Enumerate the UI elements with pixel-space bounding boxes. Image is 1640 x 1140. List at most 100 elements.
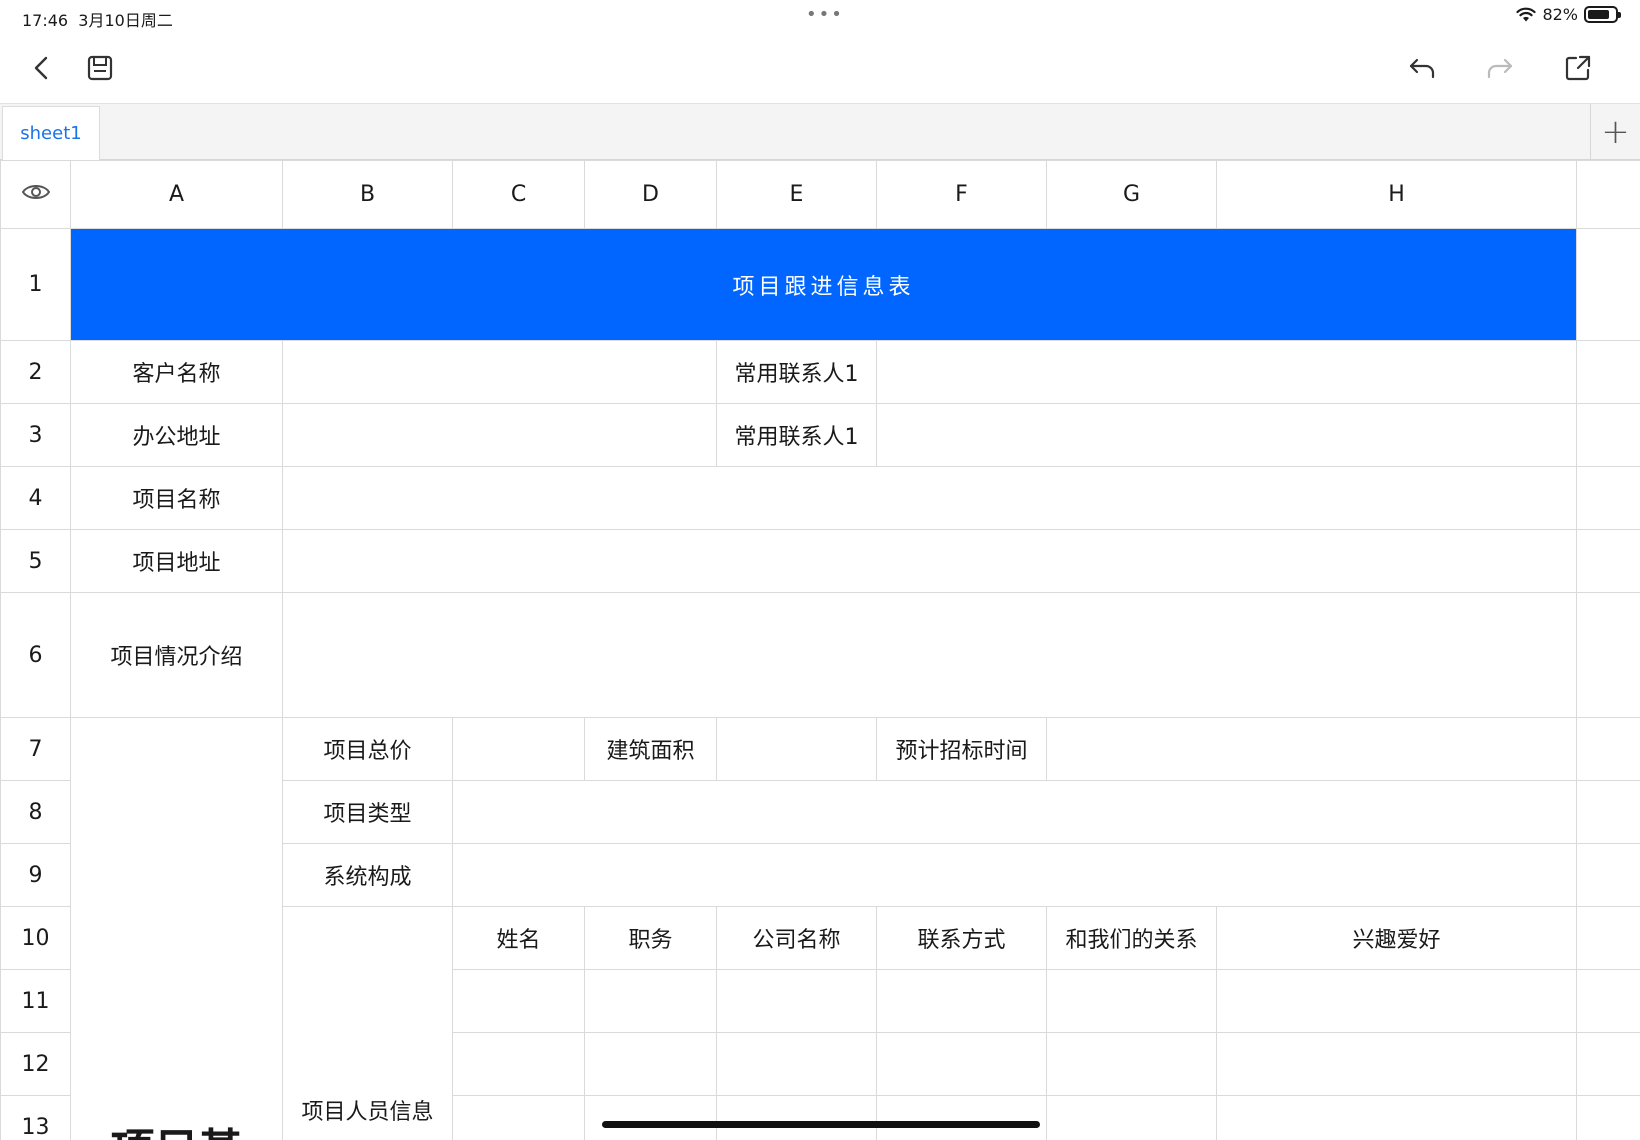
cell[interactable] [716, 1095, 877, 1140]
row-header-10[interactable]: 10 [0, 906, 71, 970]
cell-header-relation[interactable]: 和我们的关系 [1046, 906, 1217, 970]
column-header-e[interactable]: E [716, 160, 877, 229]
cell[interactable] [452, 1095, 585, 1140]
cell[interactable] [1576, 969, 1640, 1033]
cell-bid-time-label[interactable]: 预计招标时间 [876, 717, 1047, 781]
row-header-6[interactable]: 6 [0, 592, 71, 718]
cell-header-contact[interactable]: 联系方式 [876, 906, 1047, 970]
cell-project-name-label[interactable]: 项目名称 [70, 466, 283, 530]
cell[interactable] [1576, 906, 1640, 970]
cell[interactable] [876, 1032, 1047, 1096]
cell[interactable] [1576, 340, 1640, 404]
column-header-b[interactable]: B [282, 160, 453, 229]
cell-project-address-value[interactable] [282, 529, 1577, 593]
cell[interactable] [1216, 969, 1577, 1033]
row-header-12[interactable]: 12 [0, 1032, 71, 1096]
save-icon [87, 55, 113, 81]
row-header-5[interactable]: 5 [0, 529, 71, 593]
column-header-h[interactable]: H [1216, 160, 1577, 229]
back-button[interactable] [20, 48, 64, 88]
cell[interactable] [1216, 1032, 1577, 1096]
select-all-corner[interactable] [0, 160, 71, 229]
cell[interactable] [1576, 1032, 1640, 1096]
cell-contact1b-value[interactable] [876, 403, 1577, 467]
row-header-2[interactable]: 2 [0, 340, 71, 404]
spreadsheet-grid[interactable]: A B C D E F G H 1 项目跟进信息表 2 客户名称 常用联系人1 … [0, 160, 1640, 1140]
column-header-g[interactable]: G [1046, 160, 1217, 229]
row-header-1[interactable]: 1 [0, 228, 71, 341]
cell[interactable] [452, 969, 585, 1033]
cell-office-address-value[interactable] [282, 403, 717, 467]
cell-project-type-label[interactable]: 项目类型 [282, 780, 453, 844]
sheet-row-5: 5 项目地址 [0, 529, 1640, 593]
cell-header-name[interactable]: 姓名 [452, 906, 585, 970]
cell[interactable] [1576, 592, 1640, 718]
column-header-f[interactable]: F [876, 160, 1047, 229]
column-header-c[interactable]: C [452, 160, 585, 229]
cell[interactable] [716, 1032, 877, 1096]
cell-office-address-label[interactable]: 办公地址 [70, 403, 283, 467]
column-header-blank[interactable] [1576, 160, 1640, 229]
cell[interactable] [1576, 403, 1640, 467]
tab-sheet1[interactable]: sheet1 [2, 106, 100, 160]
cell[interactable] [1216, 1095, 1577, 1140]
cell-project-intro-value[interactable] [282, 592, 1577, 718]
cell-customer-name-label[interactable]: 客户名称 [70, 340, 283, 404]
undo-icon [1409, 58, 1435, 79]
cell-total-price-value[interactable] [452, 717, 585, 781]
row-header-8[interactable]: 8 [0, 780, 71, 844]
cell-project-intro-label[interactable]: 项目情况介绍 [70, 592, 283, 718]
cell-project-basic-merged[interactable]: 项目基 [70, 717, 283, 1140]
undo-button[interactable] [1400, 48, 1444, 88]
cell[interactable] [716, 969, 877, 1033]
cell-system-composition-label[interactable]: 系统构成 [282, 843, 453, 907]
row-header-11[interactable]: 11 [0, 969, 71, 1033]
cell[interactable] [1046, 1095, 1217, 1140]
cell[interactable] [1576, 228, 1640, 341]
cell-header-position[interactable]: 职务 [584, 906, 717, 970]
cell-system-composition-value[interactable] [452, 843, 1577, 907]
cell[interactable] [1576, 466, 1640, 530]
cell-header-company[interactable]: 公司名称 [716, 906, 877, 970]
cell-building-area-label[interactable]: 建筑面积 [584, 717, 717, 781]
multitask-dots-icon[interactable]: ••• [806, 4, 844, 25]
cell-project-type-value[interactable] [452, 780, 1577, 844]
cell[interactable] [1576, 843, 1640, 907]
cell[interactable] [584, 1095, 717, 1140]
cell-customer-name-value[interactable] [282, 340, 717, 404]
redo-button[interactable] [1478, 48, 1522, 88]
cell-building-area-value[interactable] [716, 717, 877, 781]
cell[interactable] [584, 1032, 717, 1096]
cell-project-address-label[interactable]: 项目地址 [70, 529, 283, 593]
column-header-d[interactable]: D [584, 160, 717, 229]
cell-personnel-info-label[interactable]: 项目人员信息 [282, 906, 453, 1140]
cell[interactable] [1046, 1032, 1217, 1096]
add-sheet-button[interactable]: + [1590, 104, 1640, 160]
cell[interactable] [584, 969, 717, 1033]
cell-total-price-label[interactable]: 项目总价 [282, 717, 453, 781]
cell[interactable] [876, 969, 1047, 1033]
cell[interactable] [876, 1095, 1047, 1140]
row-header-4[interactable]: 4 [0, 466, 71, 530]
cell-project-name-value[interactable] [282, 466, 1577, 530]
cell-contact1b-label[interactable]: 常用联系人1 [716, 403, 877, 467]
save-button[interactable] [78, 48, 122, 88]
share-button[interactable] [1556, 48, 1600, 88]
cell-bid-time-value[interactable] [1046, 717, 1577, 781]
home-indicator[interactable] [602, 1121, 1040, 1128]
cell[interactable] [452, 1032, 585, 1096]
cell[interactable] [1576, 1095, 1640, 1140]
row-header-3[interactable]: 3 [0, 403, 71, 467]
cell[interactable] [1576, 529, 1640, 593]
cell-contact1-label[interactable]: 常用联系人1 [716, 340, 877, 404]
row-header-7[interactable]: 7 [0, 717, 71, 781]
column-header-a[interactable]: A [70, 160, 283, 229]
cell-header-hobby[interactable]: 兴趣爱好 [1216, 906, 1577, 970]
cell[interactable] [1046, 969, 1217, 1033]
row-header-9[interactable]: 9 [0, 843, 71, 907]
cell[interactable] [1576, 780, 1640, 844]
cell[interactable] [1576, 717, 1640, 781]
title-cell[interactable]: 项目跟进信息表 [70, 228, 1577, 341]
cell-contact1-value[interactable] [876, 340, 1577, 404]
row-header-13[interactable]: 13 [0, 1095, 71, 1140]
